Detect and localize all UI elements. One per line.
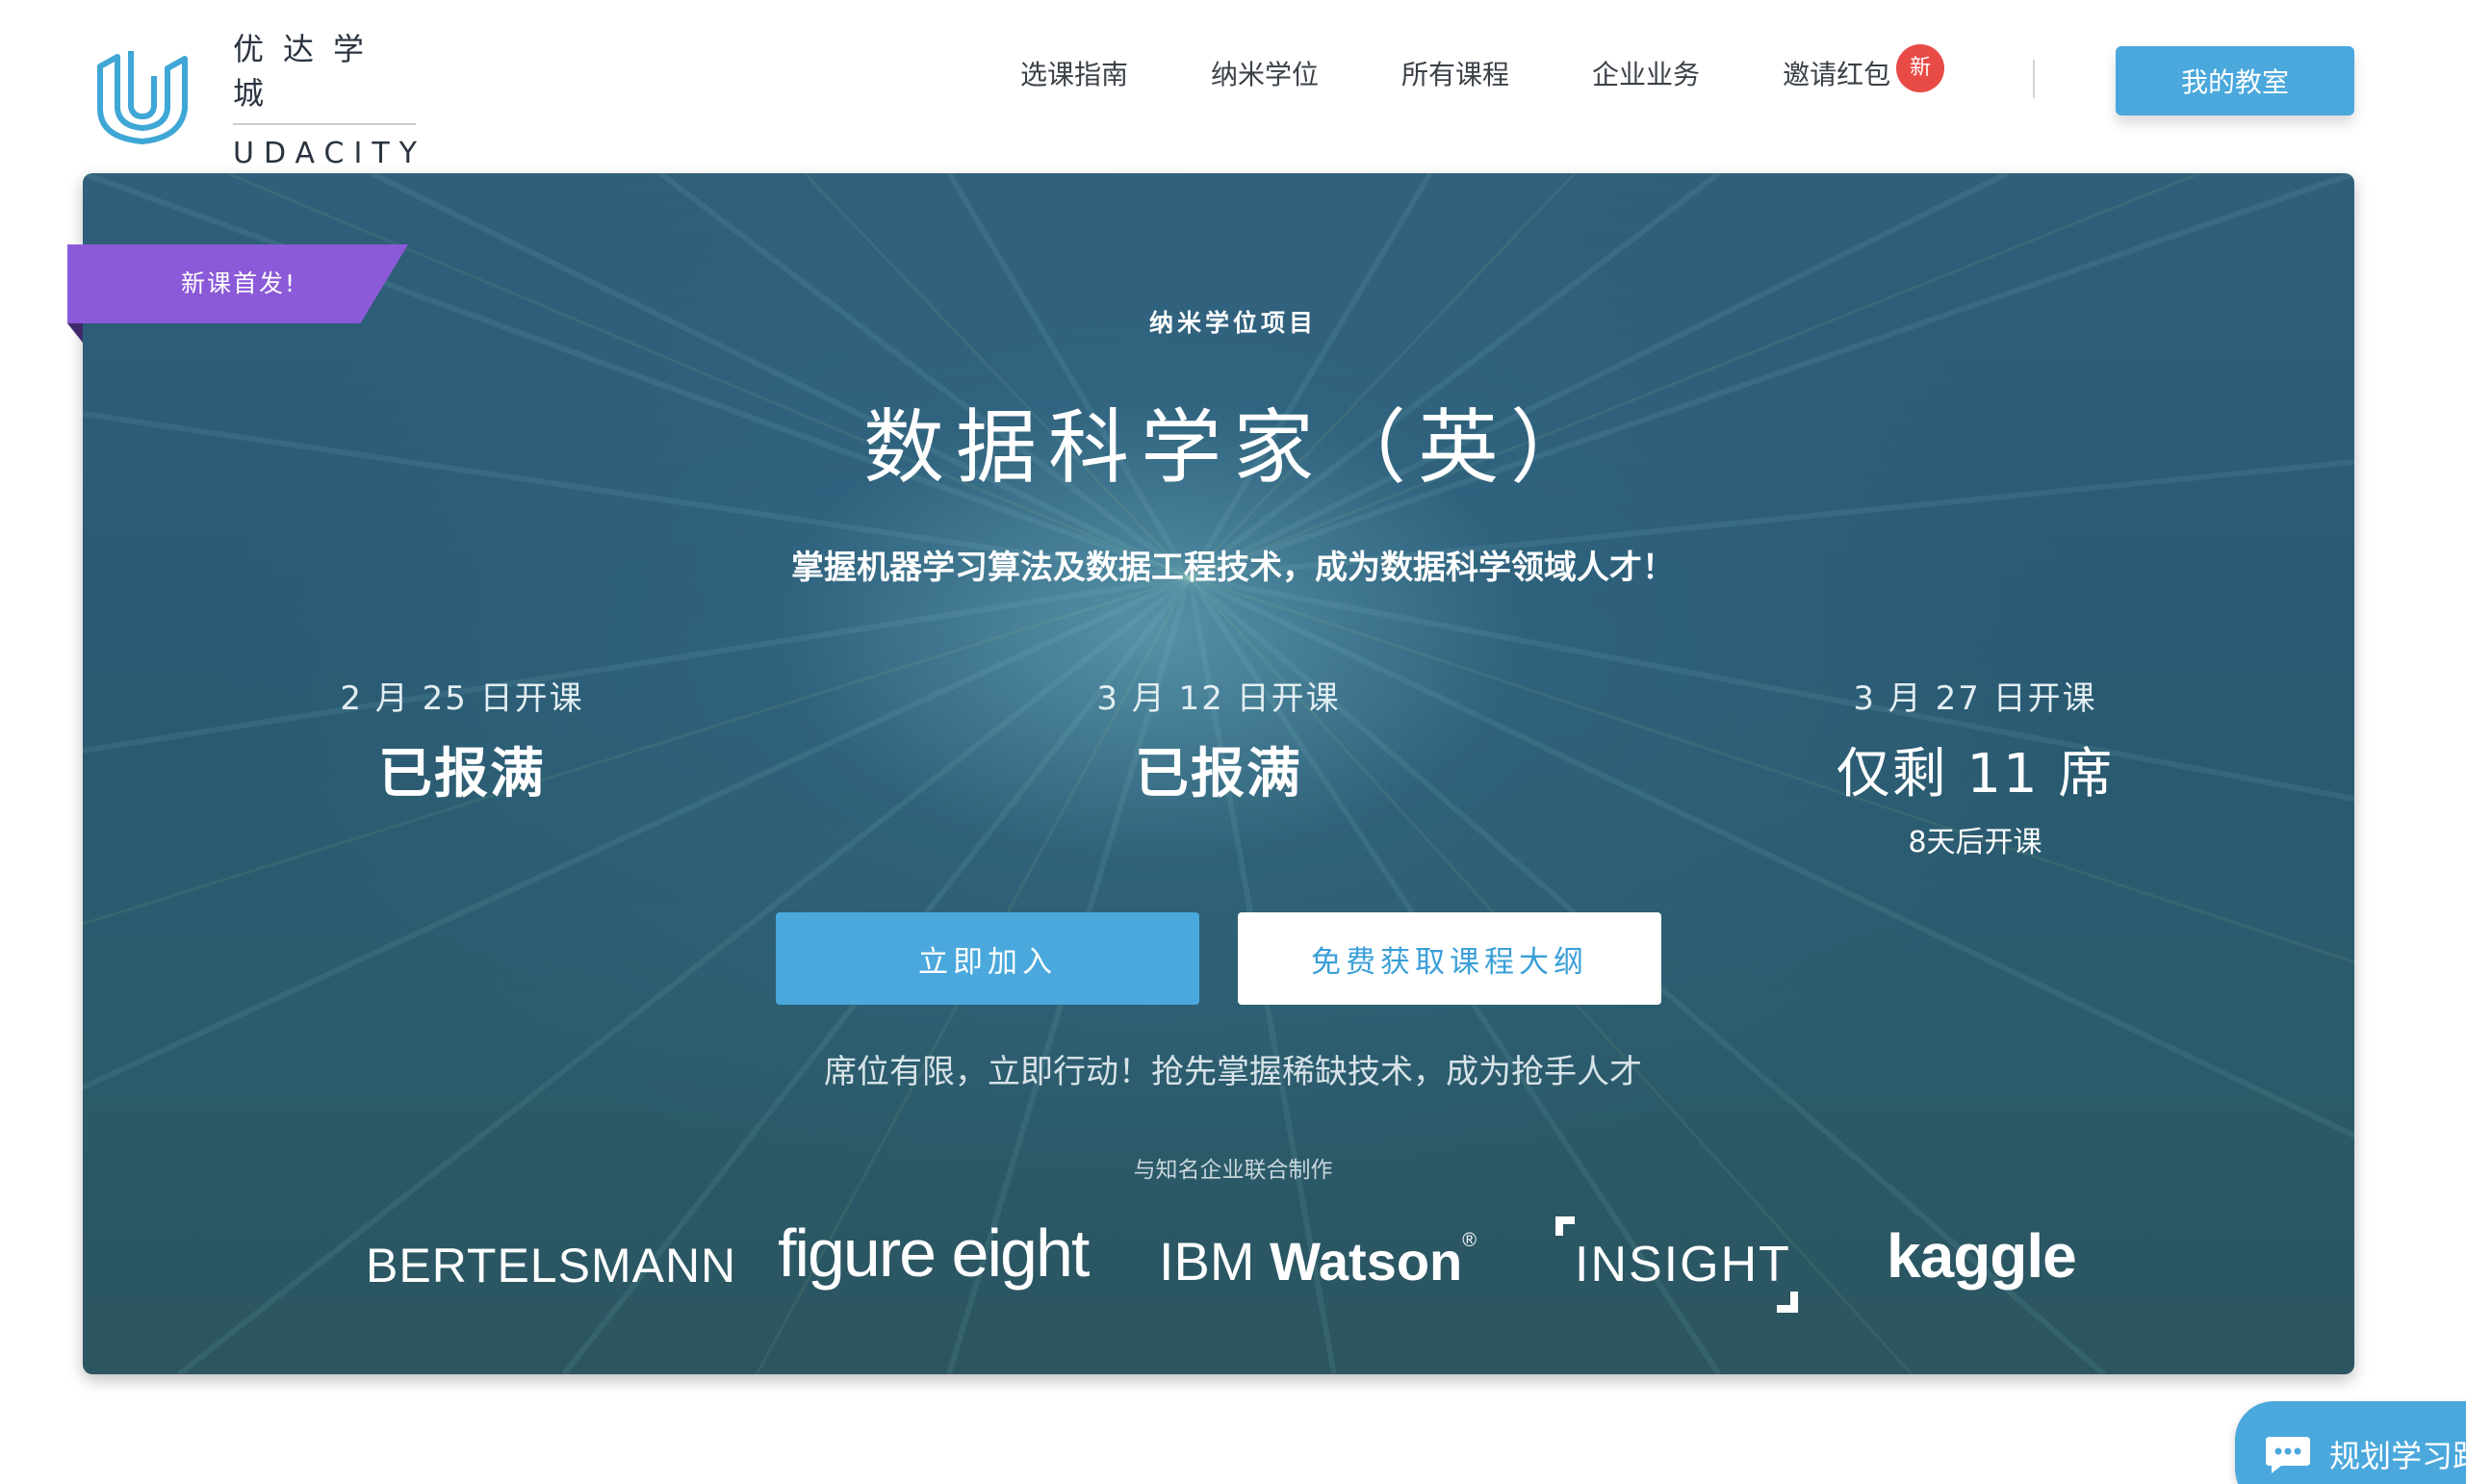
session-2: 3 月 12 日开课 已报满 — [978, 672, 1459, 808]
udacity-logo[interactable]: 优达学城 UDACITY — [92, 25, 426, 170]
new-badge: 新 — [1896, 44, 1945, 92]
session-3: 3 月 27 日开课 仅剩 11 席 8天后开课 — [1734, 672, 2216, 860]
partners-label: 与知名企业联合制作 — [1133, 1158, 1333, 1183]
site-header: 优达学城 UDACITY 选课指南 纳米学位 所有课程 企业业务 邀请红包 新 … — [0, 0, 2466, 170]
get-syllabus-button[interactable]: 免费获取课程大纲 — [1238, 912, 1661, 1005]
watson-text: Watson — [1270, 1231, 1463, 1292]
ibm-watson-logo: IBM Watson® — [1159, 1230, 1477, 1292]
logo-english-text: UDACITY — [233, 137, 426, 170]
registered-mark: ® — [1462, 1230, 1477, 1251]
session-status: 仅剩 11 席 — [1836, 743, 2115, 806]
program-subtitle: 掌握机器学习算法及数据工程技术，成为数据科学领域人才！ — [791, 549, 1675, 587]
figure-eight-logo: figure eight — [778, 1215, 1090, 1291]
nav-course-guide[interactable]: 选课指南 — [1020, 56, 1128, 94]
session-status: 已报满 — [1135, 743, 1302, 806]
urgency-text: 席位有限，立即行动！抢先掌握稀缺技术，成为抢手人才 — [824, 1053, 1642, 1091]
nav-nanodegree[interactable]: 纳米学位 — [1211, 56, 1319, 94]
session-status: 已报满 — [378, 743, 546, 806]
nav-all-courses[interactable]: 所有课程 — [1401, 56, 1509, 94]
join-now-button[interactable]: 立即加入 — [776, 912, 1199, 1005]
program-title: 数据科学家（英） — [862, 400, 1603, 495]
nav-divider — [2033, 60, 2035, 98]
main-nav: 选课指南 纳米学位 所有课程 企业业务 邀请红包 新 — [1020, 44, 1973, 94]
session-1: 2 月 25 日开课 已报满 — [221, 672, 703, 808]
plan-learning-chat-button[interactable]: 规划学习路 — [2235, 1401, 2466, 1484]
logo-chinese-text: 优达学城 — [233, 25, 416, 125]
program-type-label: 纳米学位项目 — [1148, 309, 1317, 337]
insight-bracket-icon — [1555, 1216, 1575, 1236]
my-classroom-button[interactable]: 我的教室 — [2116, 46, 2354, 115]
insight-logo: INSIGHT — [1575, 1237, 1791, 1292]
session-date: 3 月 27 日开课 — [1853, 679, 2097, 718]
kaggle-logo: kaggle — [1887, 1221, 2077, 1291]
ibm-text: IBM — [1159, 1231, 1255, 1292]
nav-invite-red-packet[interactable]: 邀请红包 新 — [1783, 44, 1945, 94]
insight-bracket-icon — [1777, 1292, 1798, 1313]
session-date: 2 月 25 日开课 — [340, 679, 584, 718]
bertelsmann-logo: BERTELSMANN — [366, 1239, 737, 1292]
nav-enterprise[interactable]: 企业业务 — [1592, 56, 1700, 94]
chat-bubble-icon — [2266, 1437, 2310, 1473]
session-countdown: 8天后开课 — [1908, 826, 2042, 859]
session-date: 3 月 12 日开课 — [1096, 679, 1341, 718]
chat-label: 规划学习路 — [2329, 1438, 2466, 1474]
udacity-u-logo-icon — [97, 50, 188, 144]
nav-invite-label: 邀请红包 — [1783, 59, 1891, 90]
